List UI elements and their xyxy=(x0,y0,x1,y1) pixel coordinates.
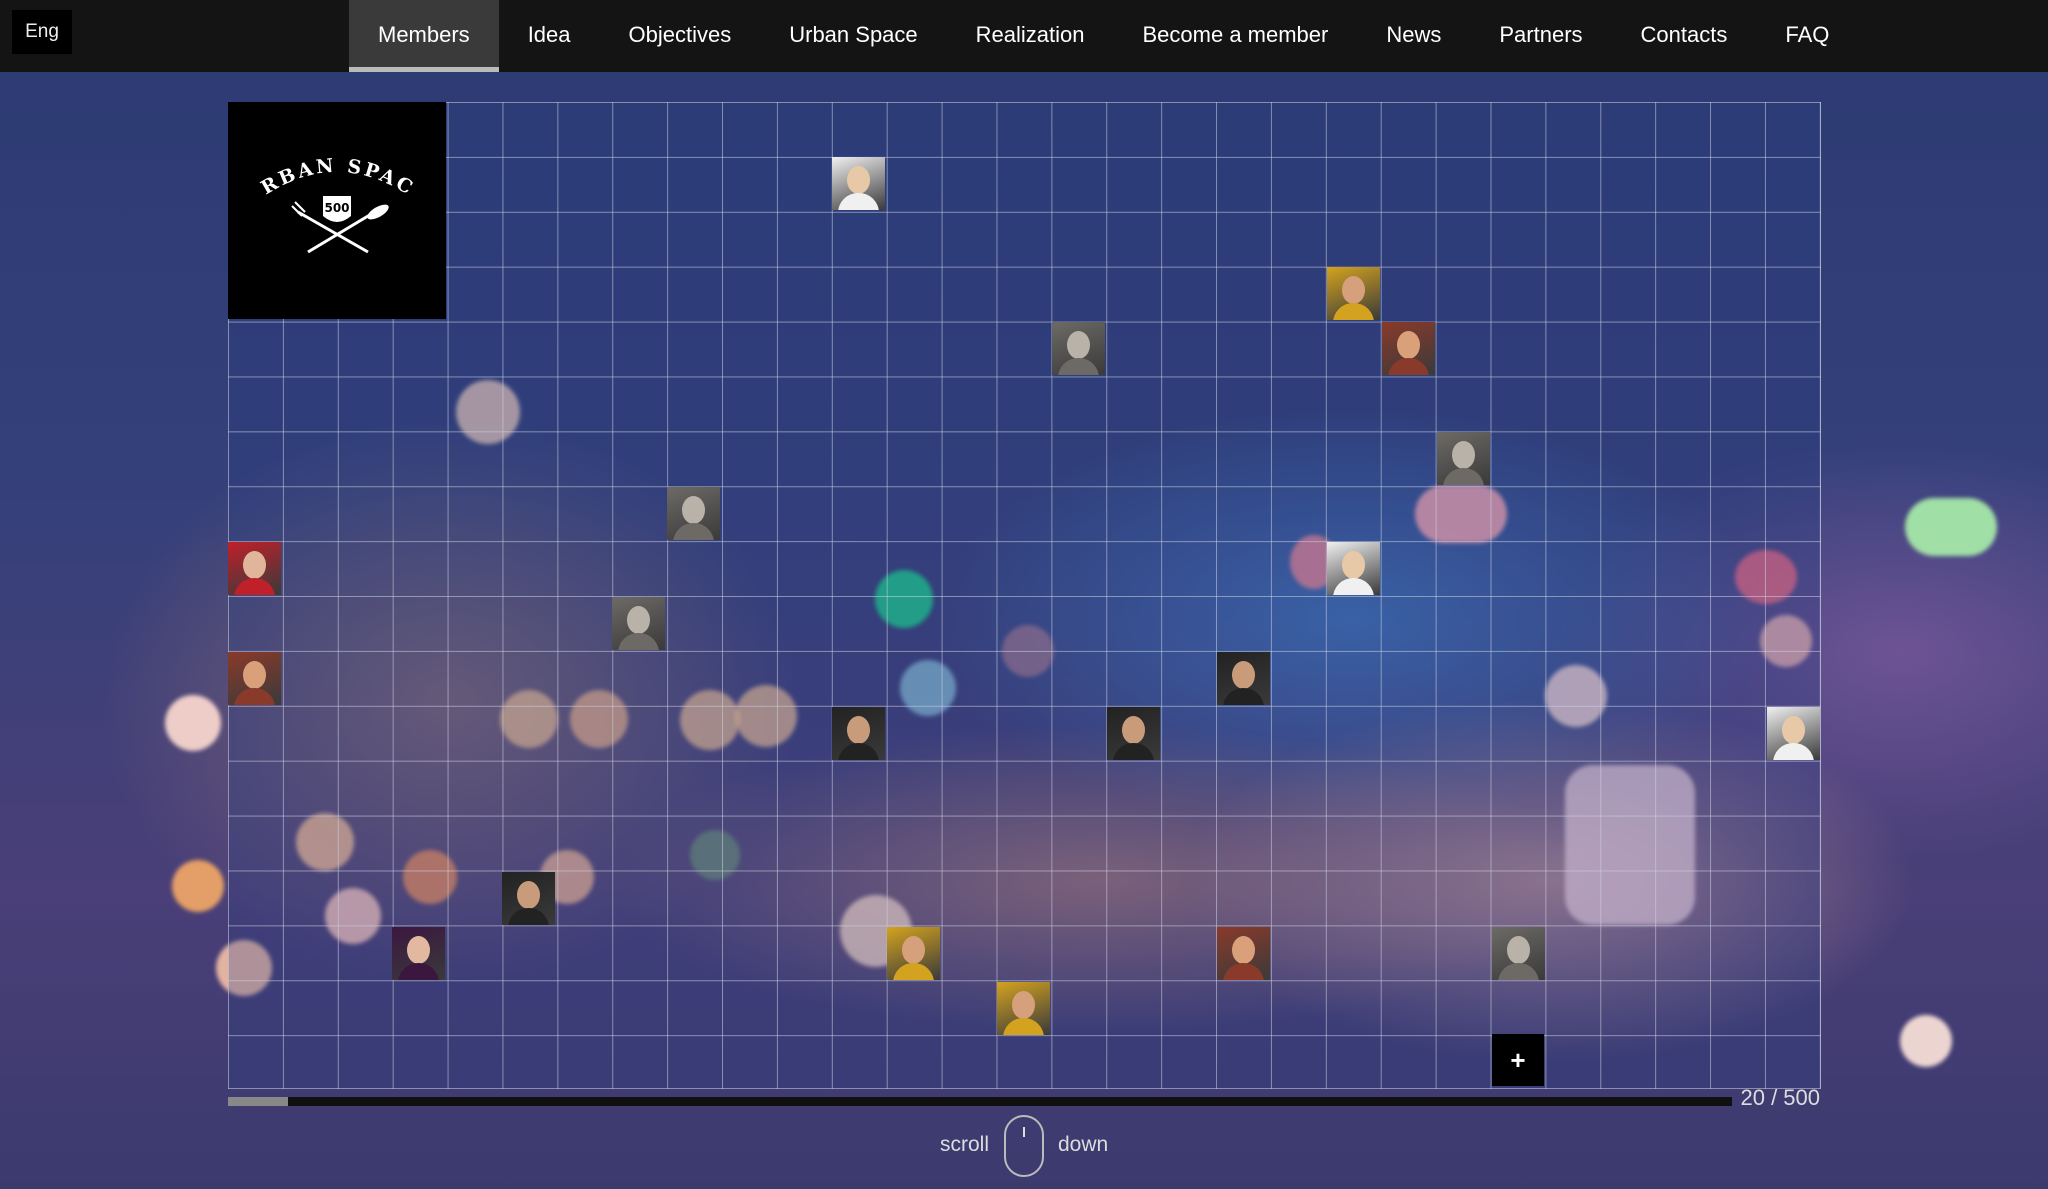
member-avatar[interactable] xyxy=(1767,707,1820,760)
nav-become-a-member[interactable]: Become a member xyxy=(1114,0,1358,72)
avatar-face xyxy=(1782,716,1805,744)
avatar-face xyxy=(1342,551,1365,579)
member-avatar[interactable] xyxy=(1492,927,1545,980)
main-nav: Members Idea Objectives Urban Space Real… xyxy=(349,0,1858,72)
member-avatar[interactable] xyxy=(997,982,1050,1035)
add-member-button[interactable]: + xyxy=(1492,1034,1544,1086)
avatar-body xyxy=(1333,303,1374,320)
scrollbar-thumb[interactable] xyxy=(228,1097,289,1106)
member-avatar[interactable] xyxy=(832,157,885,210)
member-avatar[interactable] xyxy=(1052,322,1105,375)
avatar-face xyxy=(847,166,870,194)
nav-urban-space[interactable]: Urban Space xyxy=(760,0,946,72)
nav-faq[interactable]: FAQ xyxy=(1756,0,1858,72)
members-scrollbar[interactable] xyxy=(228,1097,1732,1106)
avatar-body xyxy=(1003,1018,1044,1035)
avatar-body xyxy=(1058,358,1099,375)
bokeh-light xyxy=(172,860,224,912)
member-avatar[interactable] xyxy=(832,707,885,760)
member-avatar[interactable] xyxy=(1217,652,1270,705)
members-counter: 20 / 500 xyxy=(1740,1085,1820,1110)
mouse-icon xyxy=(1004,1115,1044,1177)
avatar-face xyxy=(902,936,925,964)
avatar-body xyxy=(1773,743,1814,760)
avatar-body xyxy=(618,633,659,650)
avatar-face xyxy=(1507,936,1530,964)
member-avatar[interactable] xyxy=(1217,927,1270,980)
bokeh-light xyxy=(165,695,221,751)
avatar-face xyxy=(1067,331,1090,359)
scroll-hint: scroll down xyxy=(900,1115,1140,1177)
logo-title: URBAN SPACE xyxy=(218,85,416,200)
avatar-body xyxy=(838,193,879,210)
bokeh-light xyxy=(1905,498,1997,556)
avatar-face xyxy=(847,716,870,744)
avatar-body xyxy=(838,743,879,760)
members-grid xyxy=(228,102,1821,1089)
avatar-face xyxy=(1397,331,1420,359)
avatar-body xyxy=(234,688,275,705)
scroll-hint-left: scroll xyxy=(940,1133,990,1156)
member-avatar[interactable] xyxy=(1327,542,1380,595)
nav-partners[interactable]: Partners xyxy=(1470,0,1611,72)
avatar-body xyxy=(1223,963,1264,980)
avatar-body xyxy=(1333,578,1374,595)
avatar-face xyxy=(517,881,540,909)
avatar-face xyxy=(1122,716,1145,744)
language-switcher[interactable]: Eng xyxy=(12,10,72,54)
avatar-body xyxy=(508,908,549,925)
nav-members[interactable]: Members xyxy=(349,0,499,72)
avatar-body xyxy=(234,578,275,595)
member-avatar[interactable] xyxy=(887,927,940,980)
top-navigation-bar: Eng Members Idea Objectives Urban Space … xyxy=(0,0,2048,72)
member-avatar[interactable] xyxy=(1327,267,1380,320)
logo-emblem: URBAN SPACE 500 xyxy=(218,85,419,254)
nav-realization[interactable]: Realization xyxy=(947,0,1114,72)
avatar-face xyxy=(407,936,430,964)
avatar-body xyxy=(673,523,714,540)
avatar-body xyxy=(1223,688,1264,705)
logo-badge: 500 xyxy=(324,201,349,215)
member-avatar[interactable] xyxy=(502,872,555,925)
avatar-body xyxy=(1113,743,1154,760)
avatar-body xyxy=(1443,468,1484,485)
avatar-face xyxy=(243,661,266,689)
mouse-wheel xyxy=(1023,1127,1025,1137)
avatar-face xyxy=(1452,441,1475,469)
avatar-face xyxy=(627,606,650,634)
nav-contacts[interactable]: Contacts xyxy=(1612,0,1757,72)
bokeh-light xyxy=(1900,1015,1952,1067)
avatar-face xyxy=(1232,661,1255,689)
nav-idea[interactable]: Idea xyxy=(499,0,600,72)
member-avatar[interactable] xyxy=(228,652,281,705)
member-avatar[interactable] xyxy=(667,487,720,540)
avatar-body xyxy=(1498,963,1539,980)
avatar-face xyxy=(1012,991,1035,1019)
avatar-face xyxy=(243,551,266,579)
member-avatar[interactable] xyxy=(1107,707,1160,760)
scroll-hint-right: down xyxy=(1058,1133,1109,1156)
member-avatar[interactable] xyxy=(228,542,281,595)
member-avatar[interactable] xyxy=(1382,322,1435,375)
urban-space-logo: URBAN SPACE 500 xyxy=(218,85,446,319)
svg-text:URBAN SPACE: URBAN SPACE xyxy=(228,102,419,200)
avatar-body xyxy=(1388,358,1429,375)
avatar-face xyxy=(1342,276,1365,304)
avatar-body xyxy=(398,963,439,980)
avatar-face xyxy=(682,496,705,524)
member-avatar[interactable] xyxy=(612,597,665,650)
member-avatar[interactable] xyxy=(392,927,445,980)
member-avatar[interactable] xyxy=(1437,432,1490,485)
nav-news[interactable]: News xyxy=(1357,0,1470,72)
avatar-body xyxy=(893,963,934,980)
avatar-face xyxy=(1232,936,1255,964)
nav-objectives[interactable]: Objectives xyxy=(600,0,761,72)
